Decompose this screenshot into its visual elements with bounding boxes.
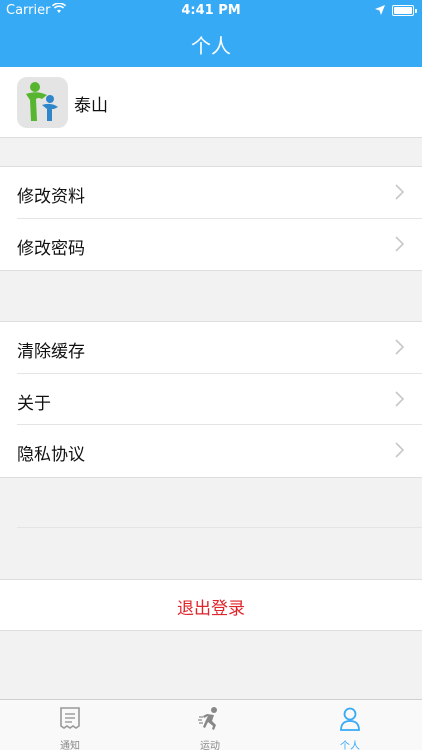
settings-group-app: 清除缓存 关于 隐私协议 [0, 321, 422, 478]
avatar [17, 77, 68, 128]
divider [17, 527, 422, 528]
tab-bar: 通知 运动 个人 [0, 699, 422, 750]
menu-item-label: 隐私协议 [17, 445, 85, 465]
menu-item-label: 清除缓存 [17, 342, 85, 362]
tab-label: 通知 [60, 741, 80, 750]
tab-personal[interactable]: 个人 [280, 700, 420, 750]
menu-item-edit-profile[interactable]: 修改资料 [17, 167, 422, 219]
runner-icon [198, 706, 222, 732]
profile-row[interactable]: 泰山 [0, 67, 422, 138]
person-icon [338, 706, 362, 732]
chevron-right-icon [395, 390, 405, 411]
chevron-right-icon [395, 339, 405, 359]
settings-group-account: 修改资料 修改密码 [0, 166, 422, 271]
page-title: 个人 [191, 34, 231, 58]
logout-button[interactable]: 退出登录 [0, 579, 422, 631]
tab-label: 个人 [340, 741, 360, 750]
tab-notice[interactable]: 通知 [0, 700, 140, 750]
logout-label: 退出登录 [177, 599, 245, 619]
menu-item-about[interactable]: 关于 [17, 374, 422, 425]
navigation-bar: Carrier 4:41 PM 个人 [0, 0, 422, 67]
tab-label: 运动 [200, 741, 220, 750]
menu-item-label: 修改密码 [17, 238, 85, 259]
notice-icon [58, 706, 82, 732]
menu-item-clear-cache[interactable]: 清除缓存 [17, 322, 422, 374]
chevron-right-icon [395, 184, 405, 204]
profile-name: 泰山 [74, 96, 108, 116]
menu-item-privacy-policy[interactable]: 隐私协议 [17, 425, 422, 477]
family-logo-icon [26, 82, 58, 121]
chevron-right-icon [395, 235, 405, 256]
location-arrow-icon [375, 4, 385, 19]
menu-item-label: 修改资料 [17, 187, 85, 207]
menu-item-label: 关于 [17, 393, 51, 414]
chevron-right-icon [395, 442, 405, 462]
menu-item-change-password[interactable]: 修改密码 [17, 219, 422, 271]
tab-sport[interactable]: 运动 [140, 700, 280, 750]
battery-icon [392, 5, 417, 16]
status-bar: Carrier 4:41 PM [0, 0, 422, 22]
status-time: 4:41 PM [181, 3, 241, 18]
